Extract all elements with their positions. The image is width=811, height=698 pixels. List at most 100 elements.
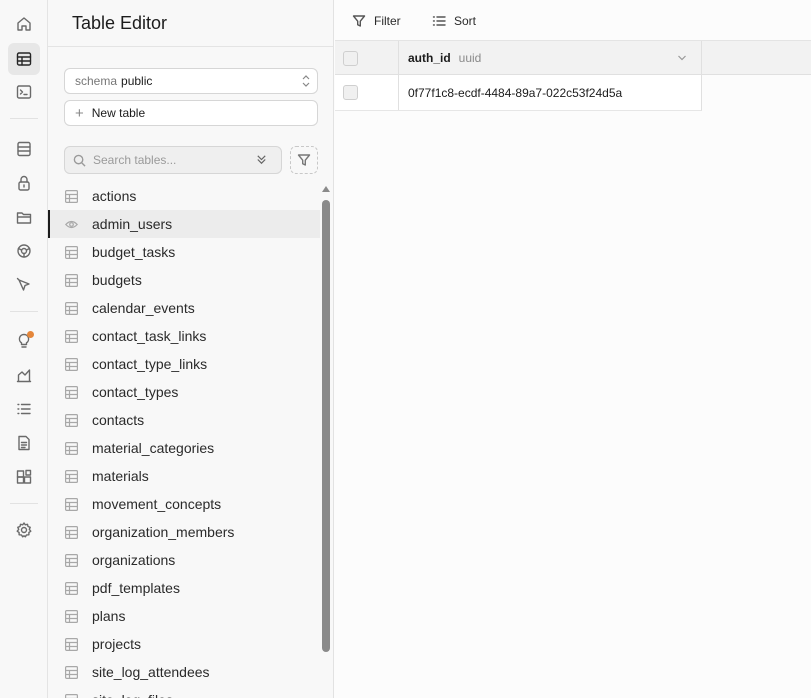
table-list-item-label: contact_type_links [92,356,208,372]
table-list-item[interactable]: site_log_attendees [48,658,320,686]
filter-icon [352,15,366,27]
sql-editor-icon[interactable] [8,76,40,108]
icon-rail [0,0,48,698]
home-icon[interactable] [8,8,40,40]
database-icon[interactable] [8,133,40,165]
table-list-item[interactable]: materials [48,462,320,490]
sort-list-icon [432,16,446,26]
table-list-item-label: contact_task_links [92,328,207,344]
filter-label: Filter [374,14,401,28]
table-icon [65,329,78,343]
advisors-icon[interactable] [8,325,40,357]
table-list-item-label: plans [92,608,126,624]
table-editor-panel: Table Editor schema public + New table S… [48,0,334,698]
table-icon [65,581,78,595]
table-list-item[interactable]: pdf_templates [48,574,320,602]
row-checkbox[interactable] [343,85,358,100]
table-list-item[interactable]: calendar_events [48,294,320,322]
plus-icon: + [75,104,84,122]
table-list-item-label: calendar_events [92,300,195,316]
table-list-item-label: budget_tasks [92,244,176,260]
schema-select[interactable]: schema public [64,68,318,94]
storage-icon[interactable] [8,201,40,233]
table-icon [65,273,78,287]
app-window: Table Editor schema public + New table S… [0,0,811,698]
filter-button[interactable]: Filter [352,12,401,30]
table-list-item-label: site_log_files [92,692,173,698]
table-list-item[interactable]: budget_tasks [48,238,320,266]
table-list-item-label: projects [92,636,142,652]
scrollbar[interactable] [322,186,330,698]
reports-icon[interactable] [8,359,40,391]
table-icon [65,441,78,455]
table-list-item[interactable]: organization_members [48,518,320,546]
scrollbar-thumb[interactable] [322,200,330,652]
table-list-item[interactable]: movement_concepts [48,490,320,518]
table-icon [65,301,78,315]
table-list-item-label: actions [92,188,137,204]
scroll-up-arrow-icon[interactable] [322,186,330,192]
logs-icon[interactable] [8,393,40,425]
table-list-item-label: movement_concepts [92,496,222,512]
filter-icon [297,154,311,166]
table-icon [65,525,78,539]
edge-functions-icon[interactable] [8,269,40,301]
settings-icon[interactable] [8,514,40,546]
table-list-item[interactable]: contact_types [48,378,320,406]
table-icon [65,245,78,259]
new-table-button[interactable]: + New table [64,100,318,126]
table-list-item[interactable]: organizations [48,546,320,574]
table-list-item[interactable]: site_log_files [48,686,320,698]
table-list-item-label: site_log_attendees [92,664,210,680]
new-table-label: New table [91,106,146,120]
schema-label: schema [75,74,118,88]
table-list-item[interactable]: admin_users [48,210,320,238]
table-icon [65,665,78,679]
table-icon [65,469,78,483]
chevron-down-icon[interactable] [677,54,687,62]
auth-icon[interactable] [8,167,40,199]
table-icon [65,413,78,427]
panel-title: Table Editor [72,13,168,33]
sort-label: Sort [454,14,477,28]
table-list-item[interactable]: contacts [48,406,320,434]
table-list-item-label: material_categories [92,440,215,456]
table-list-item[interactable]: plans [48,602,320,630]
chevrons-down-icon[interactable] [255,153,268,166]
table-list-item[interactable]: projects [48,630,320,658]
table-icon [65,553,78,567]
view-icon [65,218,78,231]
filter-tables-button[interactable] [290,146,318,174]
column-header-auth-id[interactable]: auth_id uuid [399,41,702,75]
table-list-item[interactable]: contact_type_links [48,350,320,378]
panel-header-divider [48,46,333,47]
select-all-cell [335,41,399,74]
rail-divider [10,503,38,504]
table-icon [65,385,78,399]
table-icon [65,693,78,698]
grid-cell[interactable]: 0f77f1c8-ecdf-4484-89a7-022c53f24d5a [399,75,702,110]
table-list-item[interactable]: actions [48,182,320,210]
table-editor-icon[interactable] [8,43,40,75]
row-select-cell [335,75,399,110]
table-list-item-label: pdf_templates [92,580,180,596]
notification-dot [27,331,34,338]
table-icon [65,609,78,623]
realtime-icon[interactable] [8,235,40,267]
search-tables-input[interactable]: Search tables... [64,146,282,174]
rail-divider [10,311,38,312]
table-list-item-label: admin_users [92,216,173,232]
table-row[interactable]: 0f77f1c8-ecdf-4484-89a7-022c53f24d5a [335,75,702,111]
table-list-item-label: materials [92,468,149,484]
grid-header-row: auth_id uuid [335,41,811,75]
select-all-checkbox[interactable] [343,51,358,66]
integrations-icon[interactable] [8,461,40,493]
table-list-item[interactable]: material_categories [48,434,320,462]
sort-button[interactable]: Sort [432,12,476,30]
table-list-item-label: contacts [92,412,145,428]
api-docs-icon[interactable] [8,427,40,459]
table-list-item[interactable]: budgets [48,266,320,294]
table-list-item[interactable]: contact_task_links [48,322,320,350]
table-icon [65,357,78,371]
grid-area: Filter Sort auth_id uuid 0f77f1c8-ecdf-4… [335,0,811,698]
